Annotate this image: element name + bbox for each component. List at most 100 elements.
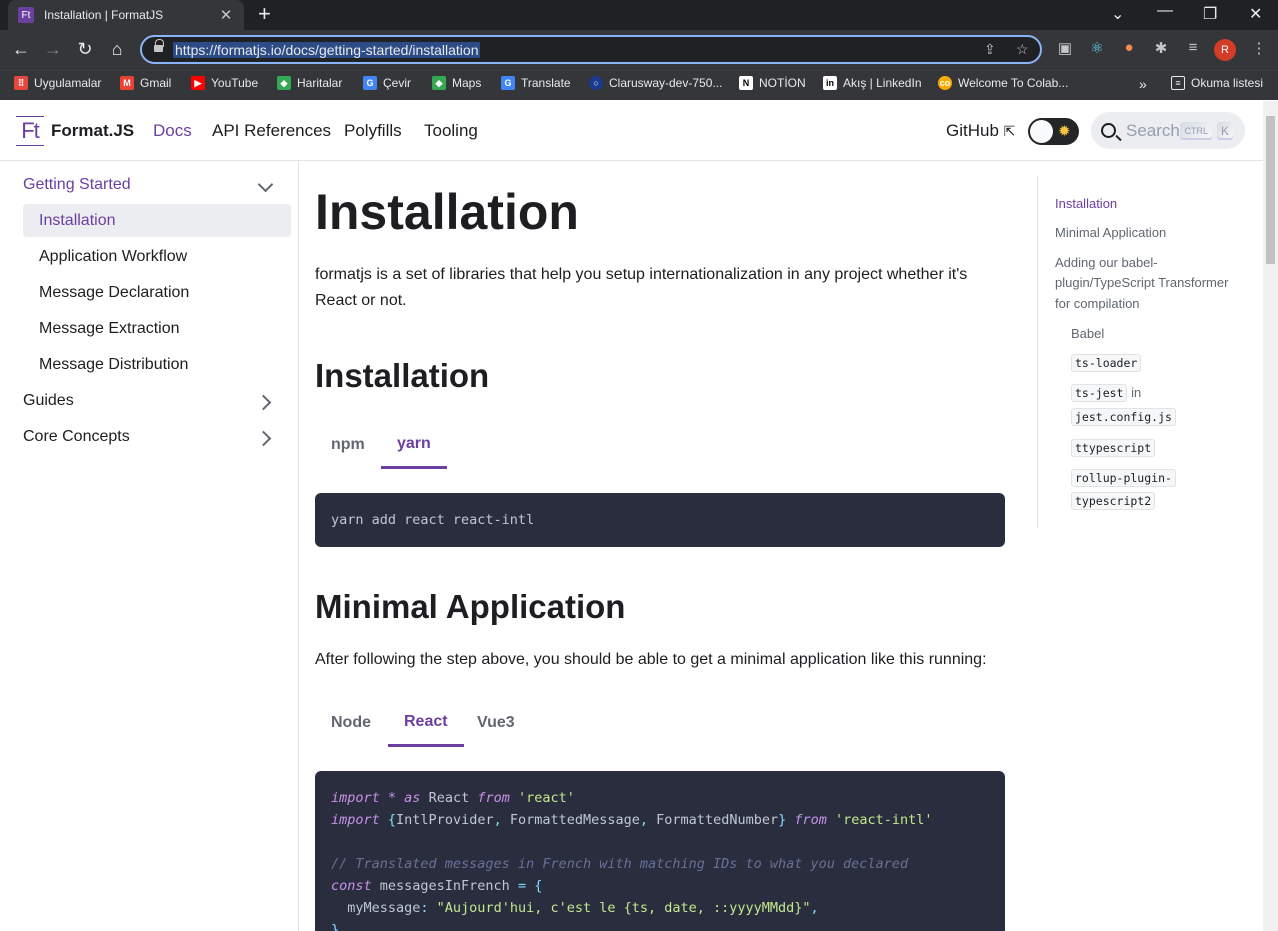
install-code-block[interactable]: yarn add react react-intl: [315, 493, 1005, 547]
colab-icon: co: [938, 76, 952, 90]
back-icon[interactable]: ←: [9, 38, 33, 60]
tab-search-chevron-icon[interactable]: ⌄: [1111, 4, 1124, 24]
bookmark-youtube[interactable]: ▶ YouTube: [191, 76, 258, 90]
bookmark-maps[interactable]: ◆ Maps: [432, 76, 481, 90]
minimal-application-text: After following the step above, you shou…: [315, 651, 987, 668]
github-link[interactable]: GitHub ⇱: [946, 121, 1015, 141]
nav-api-references[interactable]: API References: [212, 121, 331, 141]
bookmark-cevir[interactable]: G Çevir: [363, 76, 411, 90]
page-scrollbar[interactable]: [1263, 101, 1278, 931]
sidebar-item-message-declaration[interactable]: Message Declaration: [23, 276, 291, 309]
url-text[interactable]: https://formatjs.io/docs/getting-started…: [173, 42, 481, 58]
browser-chrome: Ft Installation | FormatJS ✕ + ⌄ — ❐ ✕ ←…: [0, 0, 1278, 100]
toc-babel-plugin-line-3[interactable]: for compilation: [1055, 293, 1140, 314]
reading-list-icon: ≡: [1171, 76, 1185, 90]
sidebar-category-core-concepts[interactable]: Core Concepts: [23, 428, 130, 446]
maps-icon: ◆: [432, 76, 446, 90]
tab-react[interactable]: React: [388, 699, 464, 747]
scrollbar-thumb[interactable]: [1266, 116, 1275, 264]
notion-icon: N: [739, 76, 753, 90]
toc-ts-loader[interactable]: ts-loader: [1071, 352, 1142, 374]
browser-tab[interactable]: Ft Installation | FormatJS ✕: [8, 0, 244, 30]
bookmarks-bar: ⠿ Uygulamalar M Gmail ▶ YouTube ◆ Haritalar …: [0, 70, 1278, 100]
tab-close-icon[interactable]: ✕: [218, 6, 234, 24]
code-line: }: [331, 922, 340, 931]
sidebar-category-getting-started[interactable]: Getting Started: [23, 176, 131, 194]
toc-minimal-application[interactable]: Minimal Application: [1055, 222, 1166, 243]
toc-babel-plugin-line-2[interactable]: plugin/TypeScript Transformer: [1055, 272, 1228, 293]
react-devtools-icon[interactable]: ⚛: [1087, 39, 1107, 57]
media-control-icon[interactable]: ≡: [1183, 39, 1203, 56]
forward-icon[interactable]: →: [41, 38, 65, 60]
toc-jest-config[interactable]: jest.config.js: [1071, 406, 1176, 428]
nav-tooling[interactable]: Tooling: [424, 121, 478, 141]
sidebar-item-application-workflow[interactable]: Application Workflow: [23, 240, 291, 273]
tab-node[interactable]: Node: [315, 699, 387, 747]
nav-docs[interactable]: Docs: [153, 121, 192, 141]
linkedin-icon: in: [823, 76, 837, 90]
sidebar-item-message-extraction[interactable]: Message Extraction: [23, 312, 291, 345]
profile-avatar[interactable]: R: [1214, 39, 1236, 61]
tab-npm[interactable]: npm: [315, 421, 381, 469]
browser-menu-icon[interactable]: ⋮: [1249, 39, 1269, 57]
bookmark-uygulamalar[interactable]: ⠿ Uygulamalar: [14, 76, 101, 90]
code-line: yarn add react react-intl: [331, 512, 535, 528]
maps-icon: ◆: [277, 76, 291, 90]
bookmark-haritalar[interactable]: ◆ Haritalar: [277, 76, 342, 90]
address-bar[interactable]: https://formatjs.io/docs/getting-started…: [140, 35, 1042, 64]
formatjs-favicon-icon: Ft: [18, 7, 34, 23]
share-icon[interactable]: ⇪: [984, 41, 996, 58]
bookmark-colab[interactable]: co Welcome To Colab...: [938, 76, 1068, 90]
bookmark-gmail[interactable]: M Gmail: [120, 76, 171, 90]
bookmark-translate[interactable]: G Translate: [501, 76, 571, 90]
reload-icon[interactable]: ↻: [73, 38, 97, 60]
toggle-knob: [1030, 120, 1053, 143]
toc-ts-jest[interactable]: ts-jest in: [1071, 382, 1141, 404]
toc-babel-plugin-line-1[interactable]: Adding our babel-: [1055, 252, 1158, 273]
more-bookmarks-icon[interactable]: »: [1139, 76, 1147, 92]
tab-title: Installation | FormatJS: [44, 8, 164, 22]
minimal-application-heading: Minimal Application: [315, 588, 626, 625]
extension-copy-icon[interactable]: ▣: [1055, 39, 1075, 57]
formatjs-logo[interactable]: Ft: [16, 116, 44, 146]
table-of-contents: Installation Minimal Application Adding …: [1037, 176, 1237, 528]
toc-installation[interactable]: Installation: [1055, 193, 1117, 214]
new-tab-icon[interactable]: +: [258, 3, 271, 25]
home-icon[interactable]: ⌂: [105, 38, 129, 60]
bookmark-linkedin[interactable]: in Akış | LinkedIn: [823, 76, 922, 90]
react-code-block[interactable]: import * as React from 'react' import {I…: [315, 771, 1005, 931]
toc-babel[interactable]: Babel: [1071, 323, 1104, 344]
toc-ttypescript[interactable]: ttypescript: [1071, 437, 1156, 459]
bookmark-star-icon[interactable]: ☆: [1016, 41, 1029, 58]
tab-yarn[interactable]: yarn: [381, 421, 447, 469]
code-line: import * as React from 'react': [331, 790, 575, 806]
extensions-puzzle-icon[interactable]: ✱: [1151, 39, 1171, 57]
chevron-right-icon[interactable]: [257, 394, 273, 410]
reading-list[interactable]: ≡ Okuma listesi: [1171, 76, 1263, 90]
search-button[interactable]: Search CTRL K: [1091, 112, 1245, 149]
chevron-right-icon[interactable]: [257, 430, 273, 446]
bookmark-clarusway[interactable]: ○ Clarusway-dev-750...: [589, 76, 722, 90]
theme-toggle[interactable]: ✹: [1028, 118, 1079, 145]
extension-drop-icon[interactable]: ●: [1119, 39, 1139, 56]
code-line: myMessage: "Aujourd'hui, c'est le {ts, d…: [331, 900, 819, 916]
search-placeholder: Search: [1126, 120, 1180, 140]
close-window-icon[interactable]: ✕: [1249, 4, 1262, 24]
restore-icon[interactable]: ❐: [1203, 4, 1217, 24]
code-line: import {IntlProvider, FormattedMessage, …: [331, 812, 933, 828]
lock-icon[interactable]: [154, 39, 164, 54]
site-brand[interactable]: Format.JS: [51, 121, 134, 141]
kbd-ctrl: CTRL: [1180, 121, 1212, 140]
toc-rollup-line-2[interactable]: typescript2: [1071, 490, 1156, 512]
intro-line-2: React or not.: [315, 292, 407, 309]
tab-vue3[interactable]: Vue3: [461, 699, 531, 747]
nav-polyfills[interactable]: Polyfills: [344, 121, 402, 141]
toc-rollup-line-1[interactable]: rollup-plugin-: [1071, 467, 1176, 489]
sidebar-item-message-distribution[interactable]: Message Distribution: [23, 348, 291, 381]
bookmark-notion[interactable]: N NOTİON: [739, 76, 806, 90]
minimize-icon[interactable]: —: [1157, 2, 1173, 20]
chevron-down-icon[interactable]: [257, 178, 273, 194]
sidebar-item-installation[interactable]: Installation: [23, 204, 291, 237]
sidebar-category-guides[interactable]: Guides: [23, 392, 74, 410]
